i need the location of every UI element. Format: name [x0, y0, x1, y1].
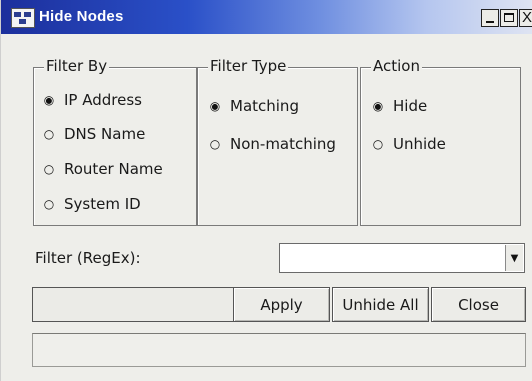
- radio-unselected-icon: ○: [43, 127, 55, 141]
- filter-regex-combobox[interactable]: ▼: [279, 243, 525, 273]
- hide-nodes-window: Hide Nodes X Filter By ◉ IP Address ○ DN…: [0, 0, 532, 381]
- status-bar: [32, 333, 526, 367]
- maximize-button[interactable]: [500, 9, 518, 27]
- radio-label: Router Name: [64, 160, 163, 178]
- close-button[interactable]: Close: [431, 287, 526, 322]
- network-app-icon: [11, 8, 35, 28]
- radio-selected-icon: ◉: [43, 93, 55, 107]
- apply-button[interactable]: Apply: [233, 287, 330, 322]
- radio-label: IP Address: [64, 91, 142, 109]
- radio-label: Unhide: [393, 135, 446, 153]
- radio-ip-address[interactable]: ◉ IP Address: [42, 91, 142, 109]
- radio-selected-icon: ◉: [372, 99, 384, 113]
- radio-unselected-icon: ○: [43, 162, 55, 176]
- radio-system-id[interactable]: ○ System ID: [42, 195, 141, 213]
- window-title: Hide Nodes: [39, 8, 124, 25]
- radio-matching[interactable]: ◉ Matching: [208, 97, 299, 115]
- filter-regex-label: Filter (RegEx):: [35, 249, 141, 267]
- close-icon: X: [522, 9, 532, 26]
- action-group: Action ◉ Hide ○ Unhide: [360, 57, 521, 226]
- radio-hide[interactable]: ◉ Hide: [371, 97, 427, 115]
- radio-non-matching[interactable]: ○ Non-matching: [208, 135, 336, 153]
- radio-unselected-icon: ○: [43, 197, 55, 211]
- radio-selected-icon: ◉: [209, 99, 221, 113]
- filter-by-group: Filter By ◉ IP Address ○ DNS Name ○ Rout…: [33, 57, 197, 226]
- radio-unhide[interactable]: ○ Unhide: [371, 135, 446, 153]
- message-area: [32, 287, 233, 322]
- filter-type-legend: Filter Type: [208, 57, 289, 75]
- radio-label: Hide: [393, 97, 428, 115]
- minimize-button[interactable]: [481, 9, 499, 27]
- unhide-all-button[interactable]: Unhide All: [332, 287, 429, 322]
- filter-by-legend: Filter By: [44, 57, 110, 75]
- radio-dns-name[interactable]: ○ DNS Name: [42, 125, 146, 143]
- filter-type-group: Filter Type ◉ Matching ○ Non-matching: [197, 57, 358, 226]
- action-legend: Action: [371, 57, 422, 75]
- radio-label: System ID: [64, 195, 141, 213]
- radio-label: Matching: [230, 97, 299, 115]
- radio-label: DNS Name: [64, 125, 146, 143]
- radio-unselected-icon: ○: [209, 137, 221, 151]
- dropdown-arrow-icon[interactable]: ▼: [505, 245, 523, 271]
- close-window-button[interactable]: X: [519, 9, 532, 27]
- title-bar[interactable]: Hide Nodes X: [1, 0, 532, 34]
- radio-router-name[interactable]: ○ Router Name: [42, 160, 163, 178]
- radio-unselected-icon: ○: [372, 137, 384, 151]
- radio-label: Non-matching: [230, 135, 336, 153]
